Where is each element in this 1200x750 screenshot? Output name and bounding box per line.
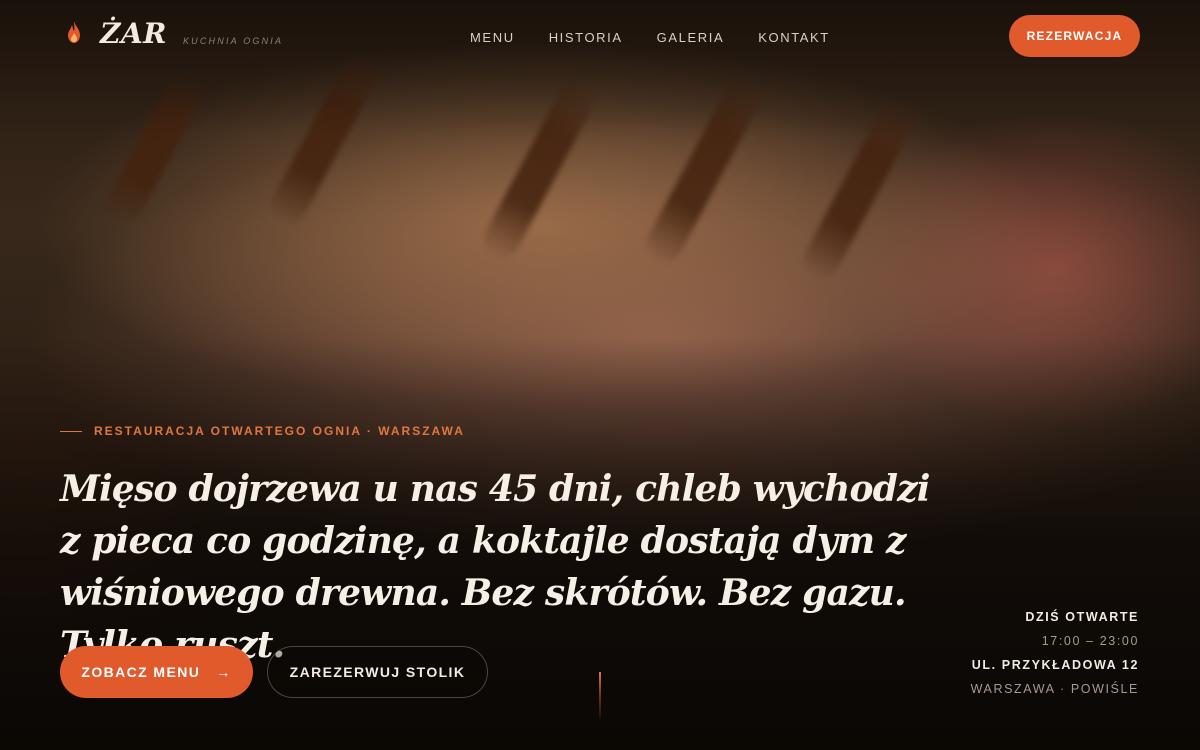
logo[interactable]: ŻAR KUCHNIA OGNIA xyxy=(66,20,283,48)
brand-tagline: KUCHNIA OGNIA xyxy=(182,36,284,46)
hero-eyebrow: RESTAURACJA OTWARTEGO OGNIA · WARSZAWA xyxy=(60,424,465,438)
open-status: DZIŚ OTWARTE xyxy=(1025,610,1139,624)
brand-name: ŻAR xyxy=(100,17,167,50)
see-menu-button[interactable]: ZOBACZ MENU → xyxy=(60,646,253,698)
district: WARSZAWA · POWIŚLE xyxy=(970,682,1139,696)
hero-headline: Mięso dojrzewa u nas 45 dni, chleb wycho… xyxy=(60,468,930,666)
site-header: ŻAR KUCHNIA OGNIA MENU HISTORIA GALERIA … xyxy=(0,0,1200,75)
nav-item-menu[interactable]: MENU xyxy=(470,30,515,45)
address: UL. PRZYKŁADOWA 12 xyxy=(971,658,1139,672)
book-table-button[interactable]: ZAREZERWUJ STOLIK xyxy=(267,646,488,698)
reservation-button[interactable]: REZERWACJA xyxy=(1009,15,1140,57)
eyebrow-text: RESTAURACJA OTWARTEGO OGNIA · WARSZAWA xyxy=(94,424,465,438)
opening-hours: 17:00 – 23:00 xyxy=(1041,634,1139,648)
opening-info: DZIŚ OTWARTE 17:00 – 23:00 UL. PRZYKŁADO… xyxy=(971,605,1139,701)
scroll-indicator xyxy=(599,672,601,722)
main-nav: MENU HISTORIA GALERIA KONTAKT xyxy=(470,30,864,45)
flame-icon xyxy=(68,21,80,43)
nav-item-kontakt[interactable]: KONTAKT xyxy=(758,30,830,45)
nav-item-galeria[interactable]: GALERIA xyxy=(657,30,725,45)
see-menu-label: ZOBACZ MENU xyxy=(81,664,201,680)
eyebrow-divider xyxy=(60,430,82,432)
nav-item-historia[interactable]: HISTORIA xyxy=(549,30,623,45)
arrow-right-icon: → xyxy=(216,664,232,680)
